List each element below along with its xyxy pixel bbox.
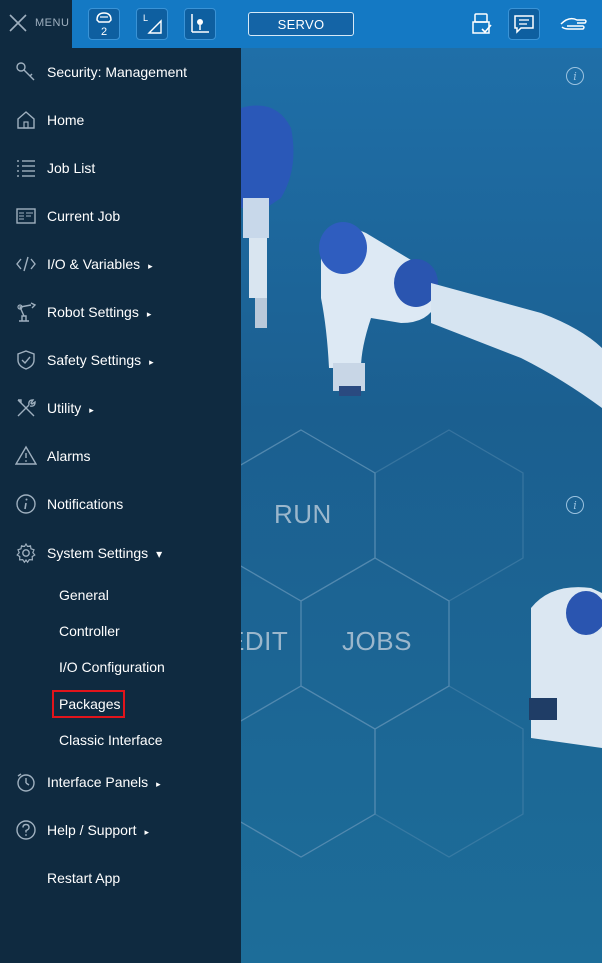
close-icon xyxy=(9,14,27,32)
current-job-icon xyxy=(15,205,37,227)
jobs-tile[interactable]: JOBS xyxy=(342,626,412,657)
menu-item-label: Home xyxy=(47,112,85,128)
menu-label: MENU xyxy=(35,17,70,29)
menu-close-button[interactable]: MENU xyxy=(0,0,72,48)
edit-tile[interactable]: EDIT xyxy=(241,626,288,657)
info-icon xyxy=(15,493,37,515)
menu-item-label: Security: Management xyxy=(47,64,188,80)
submenu-item-classic-interface[interactable]: Classic Interface xyxy=(59,732,162,748)
menu-item-utility[interactable]: Utility ▸ xyxy=(0,388,241,428)
menu-item-help-support[interactable]: Help / Support ▸ xyxy=(0,810,241,850)
robot-arm-icon xyxy=(15,301,37,323)
submenu-item-io-configuration[interactable]: I/O Configuration xyxy=(59,659,165,675)
menu-item-io-variables[interactable]: I/O & Variables ▸ xyxy=(0,244,241,284)
code-icon xyxy=(15,253,37,275)
menu-item-label: Help / Support ▸ xyxy=(47,822,150,838)
collapse-arrow-icon: ▾ xyxy=(156,547,163,561)
expand-arrow-icon: ▸ xyxy=(146,309,152,319)
menu-item-label: Job List xyxy=(47,160,96,176)
top-bar: MENU 2 L SERVO xyxy=(0,0,602,48)
menu-item-security[interactable]: Security: Management xyxy=(0,52,241,92)
hand-guide-button[interactable] xyxy=(558,8,590,40)
messages-button[interactable] xyxy=(508,8,540,40)
help-icon xyxy=(15,819,37,841)
menu-item-label: Notifications xyxy=(47,496,124,512)
menu-item-robot-settings[interactable]: Robot Settings ▸ xyxy=(0,292,241,332)
menu-item-notifications[interactable]: Notifications xyxy=(0,484,241,524)
main-menu: Security: Management Home Job List Curre… xyxy=(0,48,241,963)
expand-arrow-icon: ▸ xyxy=(144,827,150,837)
home-background: i i RUN EDIT JOBS xyxy=(241,48,602,963)
info-icon-middle[interactable]: i xyxy=(566,496,584,514)
robot-select-button[interactable]: 2 xyxy=(88,8,120,40)
menu-item-restart-app[interactable]: Restart App xyxy=(0,858,241,898)
expand-arrow-icon: ▸ xyxy=(89,405,94,415)
menu-item-alarms[interactable]: Alarms xyxy=(0,436,241,476)
servo-button[interactable]: SERVO xyxy=(248,12,354,36)
stopwatch-icon xyxy=(15,771,37,793)
menu-item-home[interactable]: Home xyxy=(0,100,241,140)
menu-item-current-job[interactable]: Current Job xyxy=(0,196,241,236)
teach-pendant-button[interactable] xyxy=(466,8,498,40)
home-icon xyxy=(15,109,37,131)
chat-icon xyxy=(514,15,534,34)
svg-text:L: L xyxy=(143,13,148,23)
menu-item-label: Alarms xyxy=(47,448,91,464)
menu-item-interface-panels[interactable]: Interface Panels ▸ xyxy=(0,762,241,802)
key-icon xyxy=(15,61,37,83)
robot-icon: 2 xyxy=(96,12,112,38)
run-tile[interactable]: RUN xyxy=(274,499,332,530)
menu-item-label: Utility ▸ xyxy=(47,400,94,416)
warning-icon xyxy=(15,445,37,467)
frame-select-button[interactable]: L xyxy=(136,8,168,40)
coordinate-select-button[interactable] xyxy=(184,8,216,40)
menu-item-label: Robot Settings ▸ xyxy=(47,304,152,320)
menu-item-job-list[interactable]: Job List xyxy=(0,148,241,188)
menu-item-label: Current Job xyxy=(47,208,121,224)
tools-icon xyxy=(15,397,37,419)
gear-icon xyxy=(15,542,37,564)
robot-badge: 2 xyxy=(101,26,107,38)
menu-item-label: System Settings ▾ xyxy=(47,545,163,561)
menu-item-label: Restart App xyxy=(47,870,121,886)
info-icon-top[interactable]: i xyxy=(566,67,584,85)
list-icon xyxy=(15,157,37,179)
hand-icon xyxy=(560,17,587,30)
menu-item-safety-settings[interactable]: Safety Settings ▸ xyxy=(0,340,241,380)
menu-item-system-settings[interactable]: System Settings ▾ xyxy=(0,533,241,573)
pendant-check-icon xyxy=(472,13,492,34)
coordinate-icon xyxy=(191,14,209,33)
frame-icon: L xyxy=(143,13,162,34)
expand-arrow-icon: ▸ xyxy=(148,261,153,271)
expand-arrow-icon: ▸ xyxy=(149,357,154,367)
shield-icon xyxy=(15,349,37,371)
menu-item-label: I/O & Variables ▸ xyxy=(47,256,153,272)
submenu-item-controller[interactable]: Controller xyxy=(59,623,120,639)
packages-highlight-box xyxy=(52,690,125,718)
submenu-item-general[interactable]: General xyxy=(59,587,109,603)
menu-item-label: Interface Panels ▸ xyxy=(47,774,161,790)
menu-item-label: Safety Settings ▸ xyxy=(47,352,154,368)
expand-arrow-icon: ▸ xyxy=(156,779,161,789)
